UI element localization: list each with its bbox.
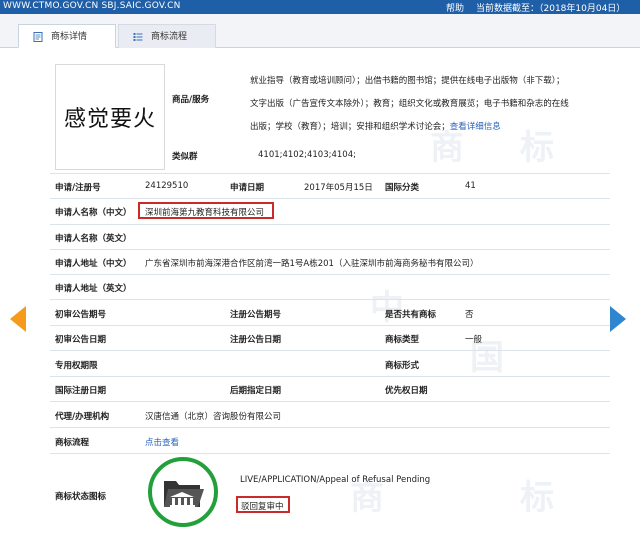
trademark-image-text: 感觉要火	[63, 107, 156, 132]
flow-link[interactable]: 点击查看	[145, 436, 179, 448]
tab-bar: 商标详情 商标流程	[0, 14, 640, 48]
tm-type-value: 一般	[465, 335, 483, 345]
apply-date-value: 2017年05月15日	[304, 183, 373, 193]
tab-label: 商标详情	[51, 32, 88, 42]
shared-value: 否	[465, 310, 474, 320]
shared-label: 是否共有商标	[385, 310, 437, 320]
divider	[50, 427, 610, 428]
flow-label: 商标流程	[55, 438, 90, 448]
divider	[50, 274, 610, 275]
tab-trademark-details[interactable]: 商标详情	[18, 24, 116, 48]
list-icon	[133, 33, 143, 41]
priority-label: 优先权日期	[385, 386, 428, 396]
apply-date-label: 申请日期	[230, 183, 265, 193]
divider	[50, 224, 610, 225]
goods-list: 就业指导（教育或培训顾问）；出借书籍的图书馆；提供在线电子出版物（非下载）； 文…	[250, 70, 592, 139]
divider	[50, 325, 610, 326]
goods-more-link[interactable]: 查看详细信息	[450, 122, 501, 132]
goods-label: 商品/服务	[172, 95, 210, 105]
intl-class-label: 国际分类	[385, 183, 420, 193]
data-date: 当前数据截至：（2018年10月04日）	[476, 4, 626, 14]
arrow-right-icon[interactable]	[610, 306, 626, 332]
agent-label: 代理/办理机构	[55, 412, 110, 422]
divider	[50, 376, 610, 377]
intl-reg-date-label: 国际注册日期	[55, 386, 107, 396]
divider	[50, 198, 610, 199]
tab-label: 商标流程	[151, 32, 188, 42]
applicant-en-label: 申请人名称（英文）	[55, 234, 132, 244]
prelim-date-label: 初审公告日期	[55, 335, 107, 345]
arrow-left-icon[interactable]	[10, 306, 26, 332]
tm-type-label: 商标类型	[385, 335, 420, 345]
trademark-image: 感觉要火	[55, 64, 165, 170]
similar-group-label: 类似群	[172, 152, 198, 162]
divider	[50, 401, 610, 402]
divider	[50, 249, 610, 250]
help-link[interactable]: 帮助	[446, 1, 464, 14]
intl-class-value: 41	[465, 181, 476, 191]
similar-group-value: 4101;4102;4103;4104;	[258, 150, 356, 160]
reg-date-label: 注册公告日期	[230, 335, 282, 345]
highlight-box	[236, 496, 290, 513]
highlight-box	[138, 202, 274, 219]
status-en: LIVE/APPLICATION/Appeal of Refusal Pendi…	[240, 475, 431, 485]
exclusive-label: 专用权期限	[55, 361, 98, 371]
address-cn-value: 广东省深圳市前海深港合作区前湾一路1号A栋201（入驻深圳市前海商务秘书有限公司…	[145, 259, 479, 269]
tab-trademark-flow[interactable]: 商标流程	[118, 24, 216, 48]
reg-issue-label: 注册公告期号	[230, 310, 282, 320]
goods-line: 文字出版（广告宣传文本除外）；教育；组织文化或教育展览；电子书籍和杂志的在线	[250, 99, 569, 109]
status-icon-ring	[148, 457, 218, 527]
divider	[50, 453, 610, 454]
address-en-label: 申请人地址（英文）	[55, 284, 132, 294]
folder-courthouse-icon	[164, 481, 204, 507]
goods-line: 就业指导（教育或培训顾问）；出借书籍的图书馆；提供在线电子出版物（非下载）；	[250, 76, 565, 86]
top-bar: WWW.CTMO.GOV.CN SBJ.SAIC.GOV.CN 帮助 当前数据截…	[0, 0, 640, 14]
document-icon	[33, 32, 43, 42]
goods-line: 出版；学校（教育）；培训；安排和组织学术讨论会；查看详细信息	[250, 122, 501, 132]
tm-form-label: 商标形式	[385, 361, 420, 371]
divider	[50, 299, 610, 300]
divider	[50, 173, 610, 174]
reg-no-value: 24129510	[145, 181, 189, 191]
status-label: 商标状态图标	[55, 492, 107, 502]
later-date-label: 后期指定日期	[230, 386, 282, 396]
agent-value: 汉唐信通（北京）咨询股份有限公司	[145, 412, 282, 422]
site-url: WWW.CTMO.GOV.CN SBJ.SAIC.GOV.CN	[3, 1, 181, 11]
watermark: 中	[370, 288, 404, 328]
divider	[50, 350, 610, 351]
reg-no-label: 申请/注册号	[55, 183, 101, 193]
watermark: 标	[520, 478, 554, 518]
address-cn-label: 申请人地址（中文）	[55, 259, 132, 269]
prelim-issue-label: 初审公告期号	[55, 310, 107, 320]
applicant-cn-label: 申请人名称（中文）	[55, 208, 132, 218]
